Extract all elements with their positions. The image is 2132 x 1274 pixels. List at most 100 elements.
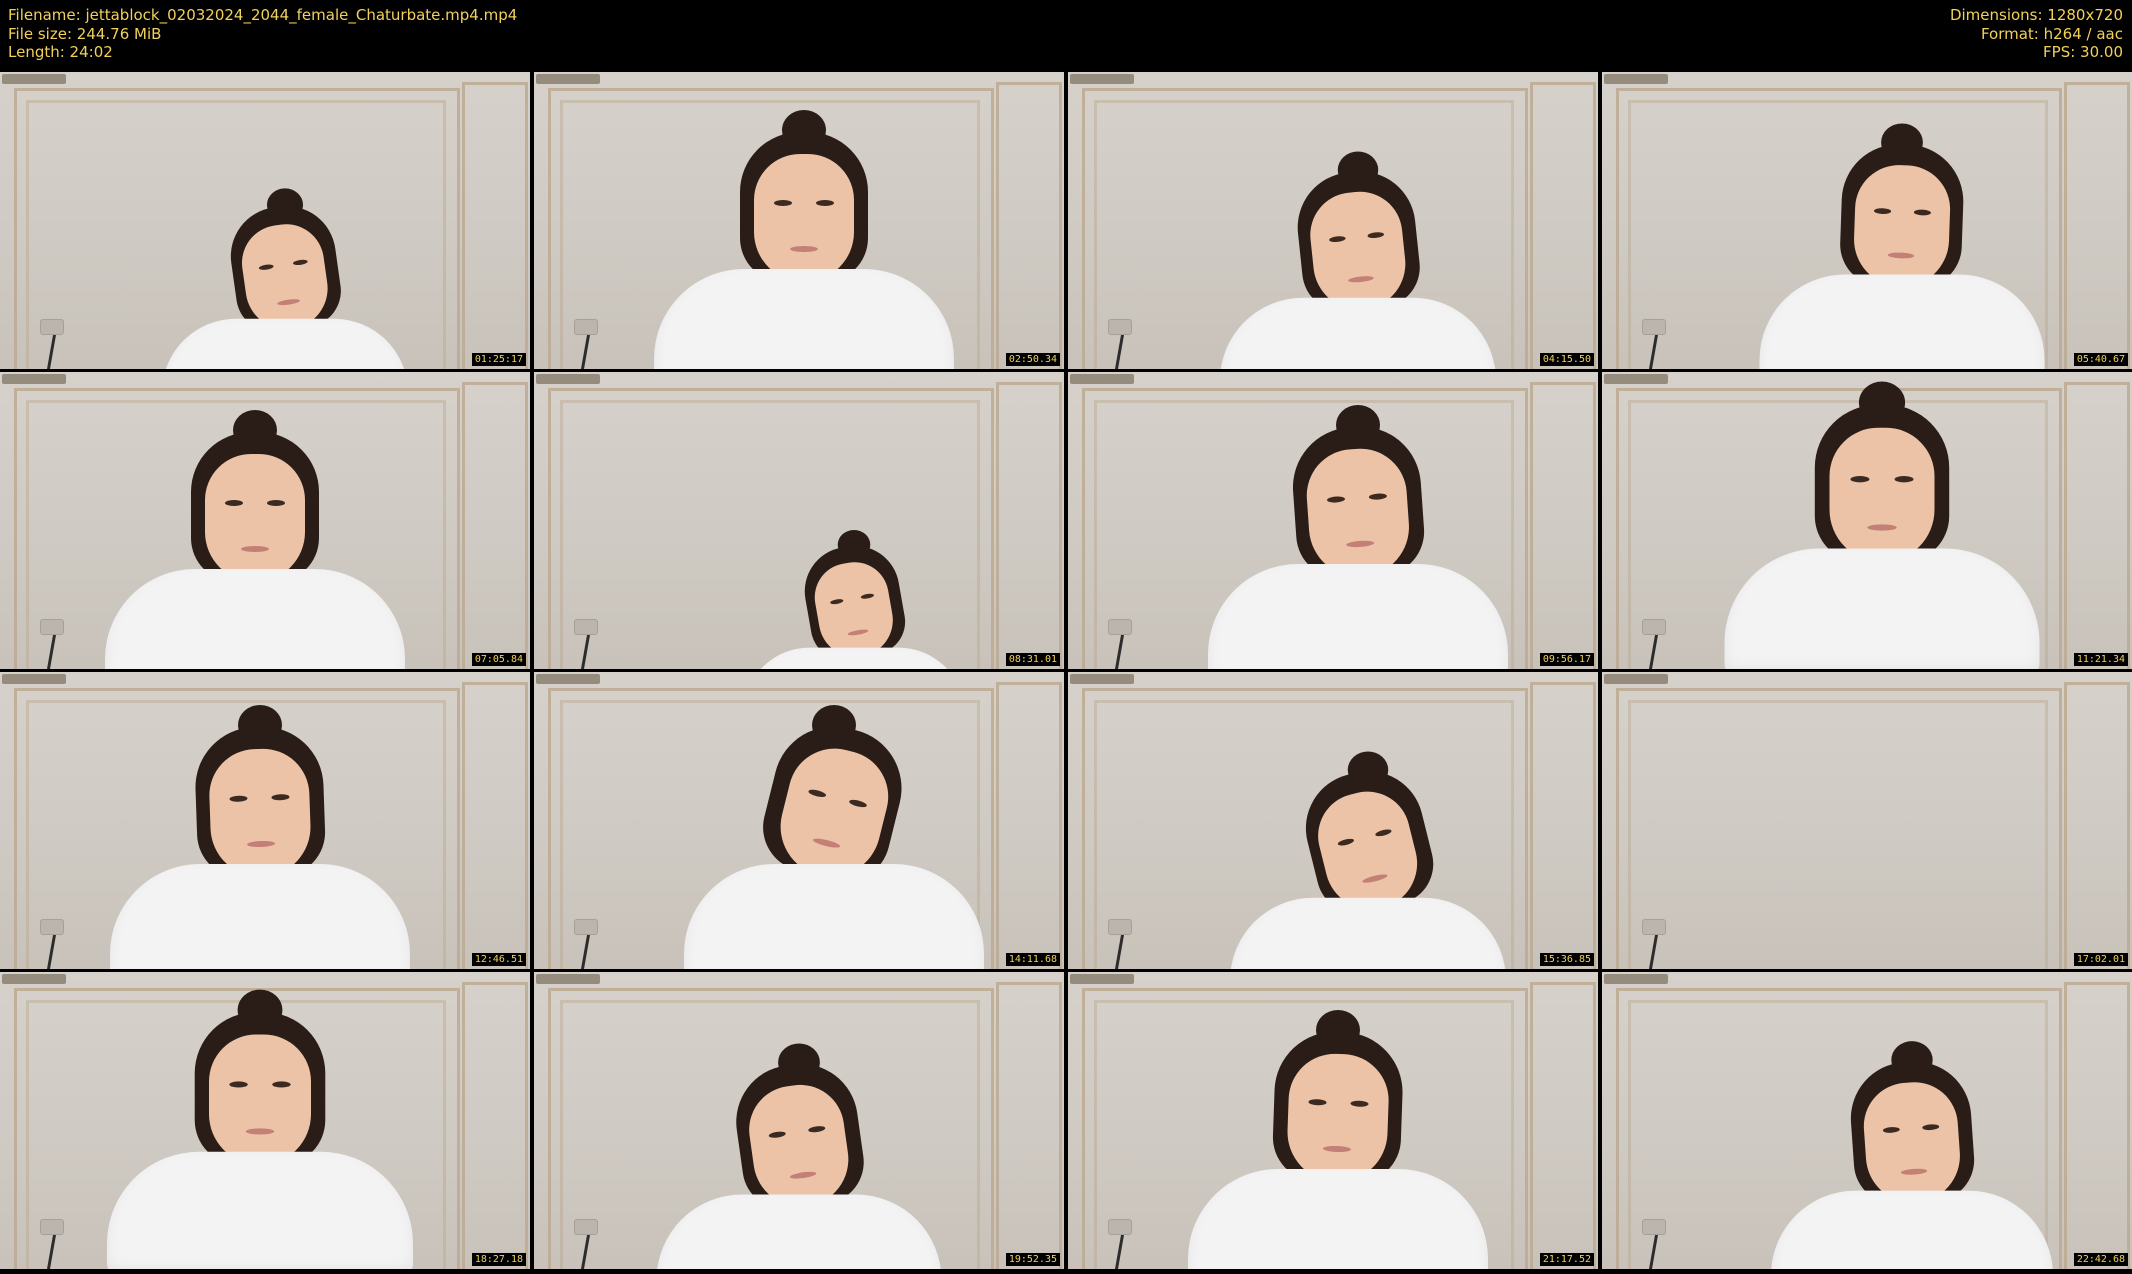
watermark-badge: [1604, 974, 1668, 984]
frame-timestamp: 05:40.67: [2073, 353, 2128, 366]
file-info: Filename: jettablock_02032024_2044_femal…: [8, 6, 517, 62]
person-figure: [656, 1017, 942, 1269]
frame-timestamp: 02:50.34: [1005, 353, 1060, 366]
person-figure: [743, 509, 965, 669]
eye: [768, 1130, 787, 1139]
person-figure: [162, 165, 408, 369]
wall-molding: [462, 82, 528, 369]
filesize-label: File size: 244.76 MiB: [8, 24, 162, 43]
wall-molding: [996, 382, 1062, 669]
eye: [229, 795, 248, 803]
eye: [1882, 1126, 1900, 1134]
mouth: [790, 246, 818, 252]
wall-socket: [40, 319, 64, 335]
white-tshirt: [1771, 1190, 2053, 1269]
eye: [1350, 1100, 1369, 1108]
face: [207, 747, 313, 879]
frame-thumbnail: 21:17.52: [1068, 972, 1598, 1269]
eye: [1894, 476, 1914, 483]
length-label: Length: 24:02: [8, 43, 113, 61]
wall-molding: [1530, 682, 1596, 969]
wall-socket: [1108, 919, 1132, 935]
wall-socket: [1108, 1219, 1132, 1235]
white-tshirt: [654, 269, 954, 369]
white-tshirt: [743, 647, 965, 669]
mouth: [1867, 524, 1897, 531]
eye: [1337, 837, 1355, 847]
frame-timestamp: 08:31.01: [1005, 653, 1060, 666]
eye: [807, 788, 827, 799]
wall-molding: [1530, 82, 1596, 369]
mouth: [245, 1128, 275, 1135]
eye: [1374, 828, 1393, 838]
person-figure: [684, 677, 984, 969]
frame-thumbnail: 18:27.18: [0, 972, 530, 1269]
watermark-badge: [1604, 74, 1668, 84]
person-figure: [1220, 126, 1496, 369]
frame-timestamp: 11:21.34: [2073, 653, 2128, 666]
watermark-badge: [2, 674, 66, 684]
watermark-logo: [482, 74, 526, 84]
wall-molding: [2064, 82, 2130, 369]
white-tshirt: [684, 864, 984, 969]
face: [209, 1034, 311, 1166]
person-figure: [1759, 97, 2045, 369]
eye: [1873, 207, 1892, 215]
mouth: [1347, 275, 1375, 284]
wall-socket: [574, 919, 598, 935]
mouth: [847, 628, 869, 637]
watermark-badge: [536, 974, 600, 984]
eye: [258, 263, 274, 271]
eye: [860, 592, 875, 600]
white-tshirt: [1188, 1169, 1488, 1269]
watermark-logo: [1550, 74, 1594, 84]
person-figure: [1230, 726, 1506, 969]
eye: [271, 793, 290, 801]
white-tshirt: [1208, 564, 1508, 669]
fps-label: FPS: 30.00: [2043, 43, 2123, 61]
person-figure: [1188, 982, 1488, 1269]
frame-thumbnail: 01:25:17: [0, 72, 530, 369]
watermark-logo: [482, 374, 526, 384]
eye: [1913, 209, 1932, 216]
wall-socket: [40, 619, 64, 635]
watermark-logo: [1016, 374, 1060, 384]
face: [1852, 163, 1952, 289]
eye: [267, 500, 285, 506]
wall-socket: [1642, 319, 1666, 335]
frame-thumbnail: 14:11.68: [534, 672, 1064, 969]
face: [754, 154, 854, 282]
mouth: [789, 1170, 817, 1180]
face: [205, 454, 305, 582]
watermark-logo: [1016, 674, 1060, 684]
frame-thumbnail: 09:56.17: [1068, 372, 1598, 669]
person-figure: [107, 972, 413, 1269]
frame-timestamp: 14:11.68: [1005, 953, 1060, 966]
white-tshirt: [1230, 897, 1506, 969]
frame-timestamp: 19:52.35: [1005, 1253, 1060, 1266]
watermark-badge: [1604, 374, 1668, 384]
mouth: [1345, 539, 1375, 548]
white-tshirt: [107, 1151, 413, 1269]
wall-molding: [996, 982, 1062, 1269]
watermark-badge: [1070, 74, 1134, 84]
info-header: Filename: jettablock_02032024_2044_femal…: [0, 0, 2132, 72]
person-figure: [1724, 372, 2040, 669]
person-figure: [1771, 1015, 2053, 1269]
format-label: Format: h264 / aac: [1980, 24, 2123, 43]
wall-socket: [1642, 1219, 1666, 1235]
eye: [292, 258, 308, 266]
wall-molding: [462, 382, 528, 669]
eye: [272, 1081, 291, 1088]
face: [1285, 1052, 1391, 1184]
person-figure: [654, 82, 954, 369]
mouth: [1322, 1145, 1352, 1153]
mouth: [1361, 872, 1389, 885]
wall-molding: [1530, 382, 1596, 669]
wall-socket: [40, 919, 64, 935]
watermark-badge: [1070, 674, 1134, 684]
wall-molding: [462, 982, 528, 1269]
eye: [848, 798, 868, 809]
white-tshirt: [1759, 274, 2045, 369]
wall-socket: [1642, 619, 1666, 635]
